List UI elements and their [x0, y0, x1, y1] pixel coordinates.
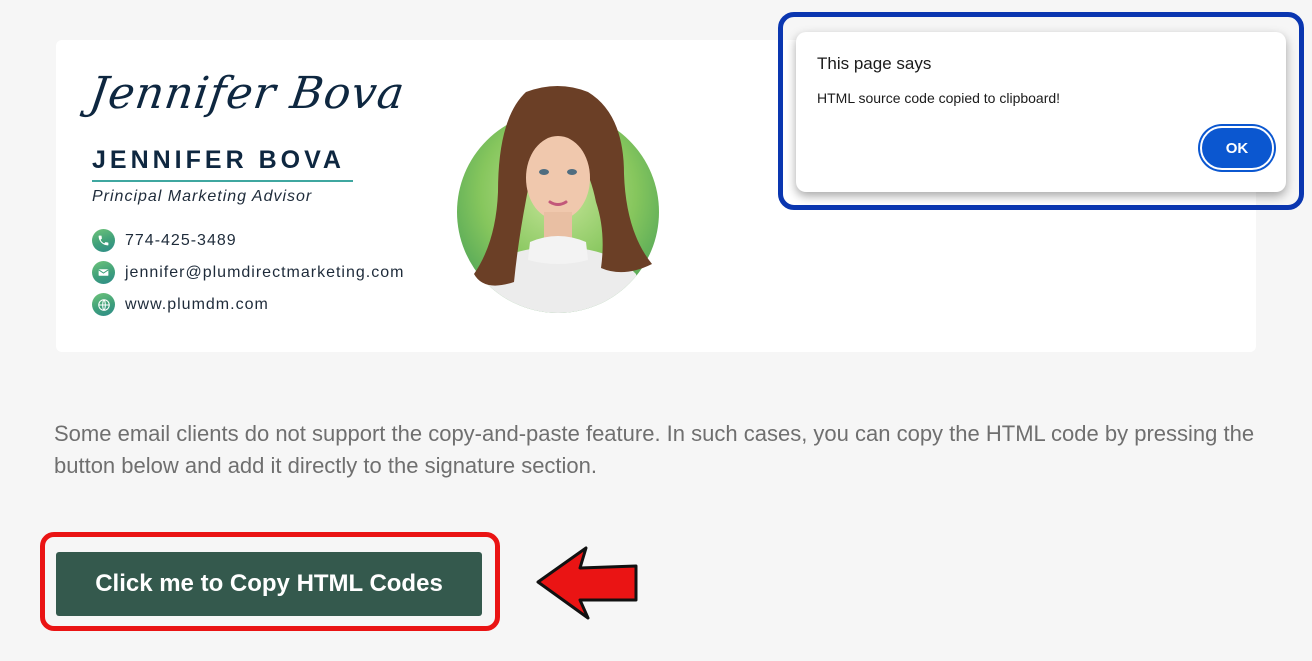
- profile-photo: [457, 86, 659, 313]
- copy-html-button[interactable]: Click me to Copy HTML Codes: [56, 552, 482, 616]
- red-arrow-icon: [536, 546, 638, 620]
- contact-website-text: www.plumdm.com: [125, 295, 269, 313]
- globe-icon: [92, 293, 115, 316]
- dialog-message: HTML source code copied to clipboard!: [817, 90, 1061, 106]
- dialog-title: This page says: [817, 54, 932, 73]
- contact-email-text: jennifer@plumdirectmarketing.com: [125, 263, 405, 281]
- contact-email-row: jennifer@plumdirectmarketing.com: [92, 261, 404, 284]
- phone-icon: [92, 229, 115, 252]
- contact-website-row: www.plumdm.com: [92, 293, 269, 316]
- alert-dialog: This page says HTML source code copied t…: [796, 32, 1286, 192]
- contact-phone-row: 774-425-3489: [92, 229, 237, 252]
- mail-icon: [92, 261, 115, 284]
- signature-job-title: Principal Marketing Advisor: [92, 188, 313, 205]
- name-underline: [92, 180, 353, 182]
- description-text: Some email clients do not support the co…: [54, 421, 1255, 478]
- signature-script-name: Jennifer Bova: [86, 68, 409, 119]
- signature-name: JENNIFER BOVA: [92, 146, 345, 174]
- ok-button[interactable]: OK: [1200, 126, 1274, 170]
- contact-phone-text: 774-425-3489: [125, 231, 237, 249]
